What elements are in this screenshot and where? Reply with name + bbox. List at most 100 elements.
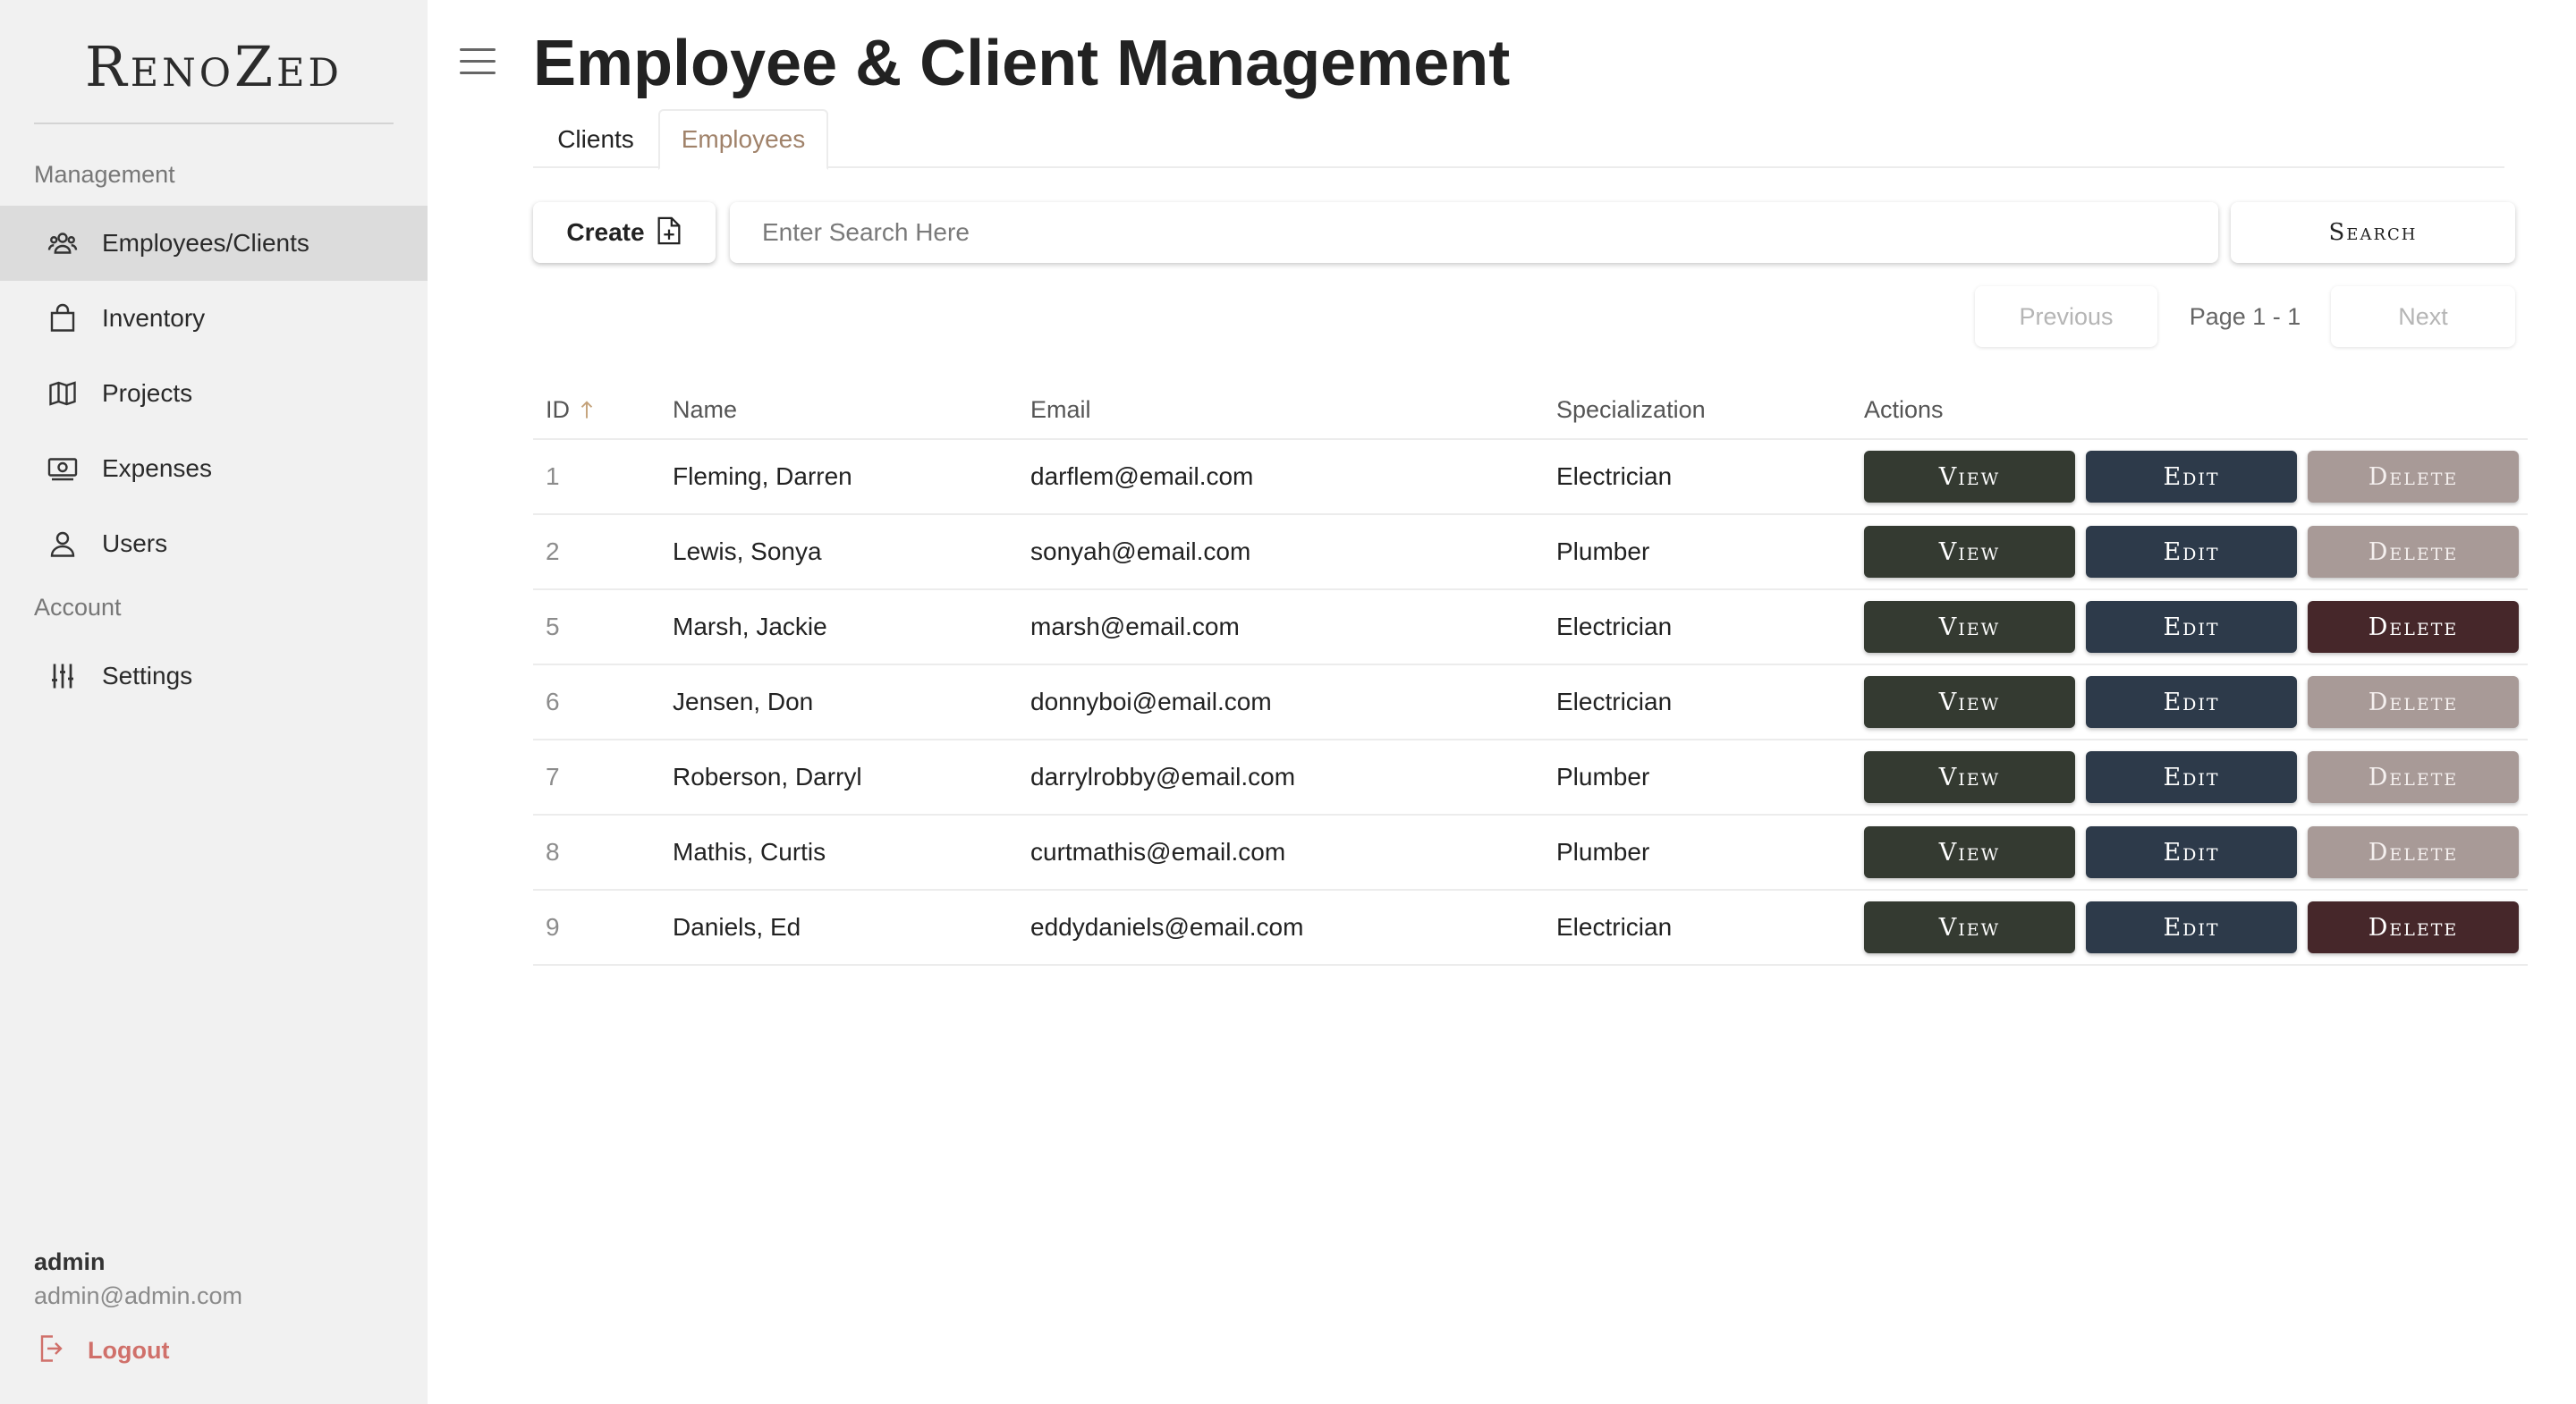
page-title: Employee & Client Management (533, 28, 1511, 99)
view-button[interactable]: View (1864, 676, 2075, 728)
sidebar-item-label: Projects (102, 379, 193, 407)
cell-specialization: Plumber (1556, 763, 1650, 791)
user-name: admin (34, 1248, 106, 1275)
add-file-icon (656, 216, 682, 250)
edit-button[interactable]: Edit (2086, 601, 2297, 653)
cell-specialization: Electrician (1556, 688, 1673, 715)
sidebar-item-label: Users (102, 529, 168, 557)
cell-name: Roberson, Darryl (673, 763, 862, 791)
cell-id: 5 (546, 613, 560, 640)
table-row: 5 Marsh, Jackie marsh@email.com Electrician… (533, 590, 2528, 665)
cell-specialization: Plumber (1556, 537, 1650, 565)
table-row: 9 Daniels, Ed eddydaniels@email.com Electri… (533, 891, 2528, 966)
cell-id: 1 (546, 462, 560, 490)
delete-button[interactable]: Delete (2308, 676, 2519, 728)
logo-divider (34, 123, 394, 124)
cell-specialization: Plumber (1556, 838, 1650, 866)
view-button[interactable]: View (1864, 451, 2075, 503)
table-body: 1 Fleming, Darren darflem@email.com Electri… (533, 440, 2528, 966)
view-button[interactable]: View (1864, 901, 2075, 953)
cell-email: darrylrobby@email.com (1030, 763, 1296, 791)
cell-name: Daniels, Ed (673, 913, 801, 941)
table-row: 8 Mathis, Curtis curtmathis@email.com Plumb… (533, 816, 2528, 891)
edit-button[interactable]: Edit (2086, 751, 2297, 803)
edit-button[interactable]: Edit (2086, 826, 2297, 878)
money-icon (47, 452, 79, 485)
edit-button[interactable]: Edit (2086, 676, 2297, 728)
column-header-specialization: Specialization (1556, 395, 1706, 423)
shopping-bag-icon (47, 302, 79, 334)
cell-name: Fleming, Darren (673, 462, 852, 490)
page-indicator: Page 1 - 1 (2189, 302, 2301, 330)
search-input[interactable] (730, 202, 2218, 263)
delete-button[interactable]: Delete (2308, 601, 2519, 653)
sidebar-item-projects[interactable]: Projects (0, 356, 428, 431)
view-button[interactable]: View (1864, 751, 2075, 803)
sidebar-item-label: Employees/Clients (102, 229, 309, 257)
delete-button[interactable]: Delete (2308, 901, 2519, 953)
sidebar: RenoZed Management Employees/Clients Inv… (0, 0, 428, 1404)
cell-name: Lewis, Sonya (673, 537, 822, 565)
tab-bar: Clients Employees (533, 109, 2504, 170)
view-button[interactable]: View (1864, 826, 2075, 878)
cell-name: Mathis, Curtis (673, 838, 826, 866)
cell-email: curtmathis@email.com (1030, 838, 1286, 866)
next-page-button[interactable]: Next (2331, 286, 2515, 347)
view-button[interactable]: View (1864, 601, 2075, 653)
cell-specialization: Electrician (1556, 613, 1673, 640)
column-header-label: ID (546, 395, 570, 423)
table-row: 6 Jensen, Don donnyboi@email.com Electricia… (533, 665, 2528, 740)
cell-name: Marsh, Jackie (673, 613, 827, 640)
previous-page-button[interactable]: Previous (1975, 286, 2157, 347)
people-icon (47, 227, 79, 259)
sidebar-item-settings[interactable]: Settings (0, 639, 428, 714)
cell-specialization: Electrician (1556, 462, 1673, 490)
cell-id: 2 (546, 537, 560, 565)
sidebar-item-inventory[interactable]: Inventory (0, 281, 428, 356)
table-row: 2 Lewis, Sonya sonyah@email.com Plumber View… (533, 515, 2528, 590)
delete-button[interactable]: Delete (2308, 526, 2519, 578)
tab-clients[interactable]: Clients (533, 109, 658, 170)
cell-id: 6 (546, 688, 560, 715)
user-email: admin@admin.com (34, 1282, 242, 1309)
management-section-label: Management (34, 161, 175, 188)
cell-email: donnyboi@email.com (1030, 688, 1272, 715)
column-header-id[interactable]: ID (546, 379, 595, 440)
cell-email: marsh@email.com (1030, 613, 1240, 640)
cell-email: sonyah@email.com (1030, 537, 1251, 565)
table-row: 1 Fleming, Darren darflem@email.com Electri… (533, 440, 2528, 515)
sidebar-item-label: Inventory (102, 304, 206, 332)
cell-name: Jensen, Don (673, 688, 814, 715)
app-logo: RenoZed (85, 34, 343, 99)
column-header-actions: Actions (1864, 395, 1944, 423)
menu-toggle-icon[interactable] (460, 48, 496, 77)
sidebar-item-label: Expenses (102, 454, 212, 482)
edit-button[interactable]: Edit (2086, 451, 2297, 503)
create-button[interactable]: Create (533, 202, 716, 263)
create-label: Create (566, 218, 645, 246)
cell-id: 8 (546, 838, 560, 866)
map-icon (47, 377, 79, 410)
view-button[interactable]: View (1864, 526, 2075, 578)
tab-employees[interactable]: Employees (658, 109, 828, 170)
search-button[interactable]: Search (2231, 202, 2515, 263)
sidebar-item-users[interactable]: Users (0, 506, 428, 581)
account-section-label: Account (34, 594, 122, 621)
table-header: ID Name Email Specialization Actions (533, 379, 2528, 440)
sidebar-item-label: Settings (102, 662, 193, 689)
sort-ascending-icon (579, 400, 595, 419)
cell-id: 9 (546, 913, 560, 941)
cell-email: darflem@email.com (1030, 462, 1254, 490)
logout-button[interactable]: Logout (34, 1332, 169, 1369)
delete-button[interactable]: Delete (2308, 751, 2519, 803)
sidebar-item-expenses[interactable]: Expenses (0, 431, 428, 506)
cell-email: eddydaniels@email.com (1030, 913, 1304, 941)
cell-id: 7 (546, 763, 560, 791)
delete-button[interactable]: Delete (2308, 451, 2519, 503)
logout-label: Logout (88, 1337, 170, 1364)
sidebar-item-employees-clients[interactable]: Employees/Clients (0, 206, 428, 281)
edit-button[interactable]: Edit (2086, 901, 2297, 953)
edit-button[interactable]: Edit (2086, 526, 2297, 578)
user-icon (47, 528, 79, 560)
delete-button[interactable]: Delete (2308, 826, 2519, 878)
